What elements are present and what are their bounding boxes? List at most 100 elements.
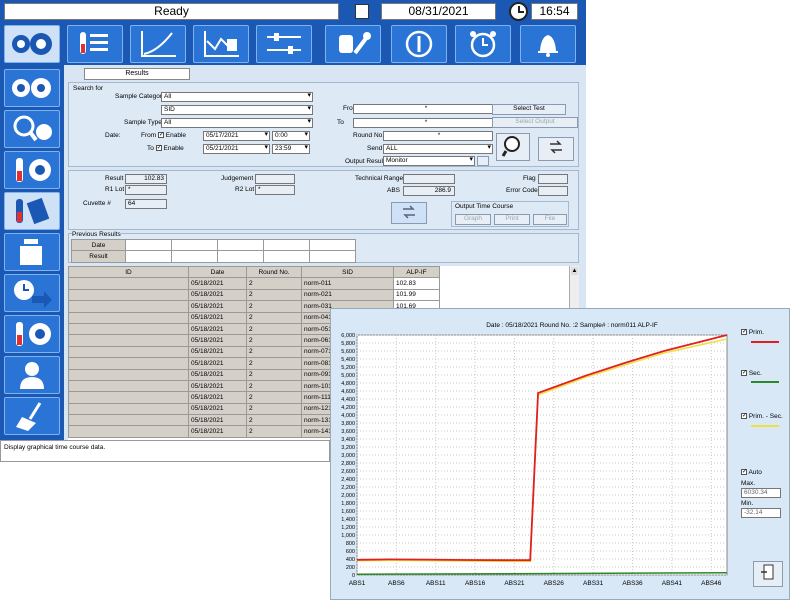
select-test-button[interactable]: Select Test	[492, 104, 566, 115]
power-tool-button[interactable]	[391, 25, 447, 63]
table-cell: 2	[246, 368, 302, 381]
magnifier-icon	[501, 136, 520, 157]
table-row[interactable]: 05/18/2021 2 norm-021 101.99	[68, 288, 440, 302]
output-result-select[interactable]: Monitor	[383, 156, 475, 166]
sidebar-item-calibration[interactable]	[4, 315, 60, 353]
maintenance-tool-button[interactable]	[325, 25, 381, 63]
prev-result-label: Result	[71, 250, 126, 263]
auto-toggle[interactable]: ✓ Auto	[741, 469, 762, 476]
max-input[interactable]: 6030.34	[741, 488, 781, 498]
print-button[interactable]: Print	[494, 214, 530, 225]
result-refresh-button[interactable]	[391, 202, 427, 224]
main-toolbar	[0, 23, 586, 65]
reagent-bottle-icon	[20, 239, 42, 265]
calibration-curve-icon	[141, 31, 176, 57]
table-cell: 05/18/2021	[188, 391, 247, 404]
table-cell	[68, 391, 189, 404]
sidebar-item-reagents[interactable]	[4, 233, 60, 271]
qc-tool-button[interactable]	[193, 25, 249, 63]
col-sid[interactable]: SID	[301, 266, 394, 279]
from-enable-checkbox[interactable]: ✓	[157, 132, 164, 139]
file-button[interactable]: File	[533, 214, 567, 225]
clock-icon[interactable]	[509, 2, 528, 21]
y-tick-label: 1,000	[341, 533, 355, 539]
y-tick-label: 800	[346, 541, 355, 547]
prev-date-label: Date	[71, 238, 126, 252]
parameters-tool-button[interactable]	[256, 25, 312, 63]
refresh-button[interactable]	[538, 137, 574, 161]
y-tick-label: 600	[346, 549, 355, 555]
x-tick-label: ABS21	[504, 580, 525, 587]
table-cell: 05/18/2021	[188, 300, 247, 313]
calibration-tool-button[interactable]	[130, 25, 186, 63]
table-cell	[68, 322, 189, 336]
col-id[interactable]: ID	[68, 266, 189, 279]
to-field-input[interactable]: *	[353, 118, 497, 128]
timer-tool-button[interactable]	[455, 25, 511, 63]
sample-category-sub-select[interactable]: SID	[161, 105, 313, 115]
sec-label: Sec.	[748, 370, 762, 377]
to-time-input[interactable]: 23:59	[272, 144, 310, 154]
sidebar-item-results[interactable]	[4, 192, 60, 230]
sidebar-item-overview[interactable]	[4, 69, 60, 107]
table-cell	[68, 425, 189, 438]
exit-chart-button[interactable]	[753, 561, 783, 587]
col-date[interactable]: Date	[188, 266, 247, 279]
prim-toggle[interactable]: ✓ Prim.	[741, 329, 764, 336]
sec-checkbox[interactable]: ✓	[741, 370, 747, 377]
col-alp-if[interactable]: ALP-IF	[393, 266, 440, 279]
status-bar-message: Display graphical time course data.	[0, 440, 330, 462]
auto-checkbox[interactable]: ✓	[741, 469, 747, 476]
wrench-icon	[339, 32, 371, 55]
table-cell: 05/18/2021	[188, 414, 247, 427]
col-round[interactable]: Round No.	[246, 266, 302, 279]
time-course-chart: Date : 05/18/2021 Round No. :2 Sample# :…	[341, 322, 728, 587]
table-cell	[68, 402, 189, 416]
monitor-tool-button[interactable]	[4, 25, 60, 63]
x-tick-label: ABS6	[388, 580, 405, 587]
y-tick-label: 2,600	[341, 469, 355, 475]
from-field-input[interactable]: *	[353, 104, 497, 114]
auto-label: Auto	[748, 469, 762, 476]
min-input[interactable]: -32.14	[741, 508, 781, 518]
prim-checkbox[interactable]: ✓	[741, 329, 747, 336]
previous-results-title: Previous Results	[72, 231, 121, 238]
prim-sec-label: Prim. - Sec.	[748, 413, 783, 420]
tab-results[interactable]: Results	[84, 68, 190, 80]
sample-type-select[interactable]: All	[161, 118, 313, 128]
from-time-input[interactable]: 0:00	[272, 131, 310, 141]
alarm-tool-button[interactable]	[520, 25, 576, 63]
sidebar-item-user[interactable]	[4, 356, 60, 394]
to-enable-checkbox[interactable]: ✓	[155, 145, 162, 152]
send-select[interactable]: ALL	[383, 144, 493, 154]
round-input[interactable]: *	[383, 131, 493, 141]
abs-value: 286.9	[403, 186, 455, 196]
time-field: 16:54	[531, 3, 578, 20]
search-button[interactable]	[496, 133, 530, 161]
r1lot-label: R1 Lot	[105, 186, 125, 193]
memo-icon[interactable]	[355, 4, 369, 19]
prim-sec-checkbox[interactable]: ✓	[741, 413, 747, 420]
sidebar-item-cleanup[interactable]	[4, 397, 60, 435]
sample-category-select[interactable]: All	[161, 92, 313, 102]
sidebar-item-schedule[interactable]	[4, 274, 60, 312]
y-tick-label: 2,000	[341, 493, 355, 499]
scroll-up-icon[interactable]: ▲	[571, 267, 578, 275]
y-tick-label: 3,800	[341, 421, 355, 427]
table-row[interactable]: 05/18/2021 2 norm-011 102.83	[68, 277, 440, 290]
sidebar-item-search[interactable]	[4, 110, 60, 148]
sidebar-item-samples[interactable]	[4, 151, 60, 189]
date-field: 08/31/2021	[381, 3, 496, 20]
table-cell	[68, 379, 189, 393]
sec-toggle[interactable]: ✓ Sec.	[741, 370, 762, 377]
sample-tool-button[interactable]	[67, 25, 123, 63]
from-date-input[interactable]: 05/17/2021	[203, 131, 270, 141]
output-result-extra-button[interactable]	[477, 156, 489, 166]
prim-sec-toggle[interactable]: ✓ Prim. - Sec.	[741, 413, 783, 420]
to-date-input[interactable]: 05/21/2021	[203, 144, 270, 154]
cuvette-label: Cuvette #	[83, 200, 111, 207]
table-cell: 05/18/2021	[188, 368, 247, 381]
select-output-button[interactable]: Select Output	[492, 117, 578, 128]
output-time-course-group: Output Time Course Graph Print File	[451, 201, 569, 227]
graph-button[interactable]: Graph	[455, 214, 491, 225]
